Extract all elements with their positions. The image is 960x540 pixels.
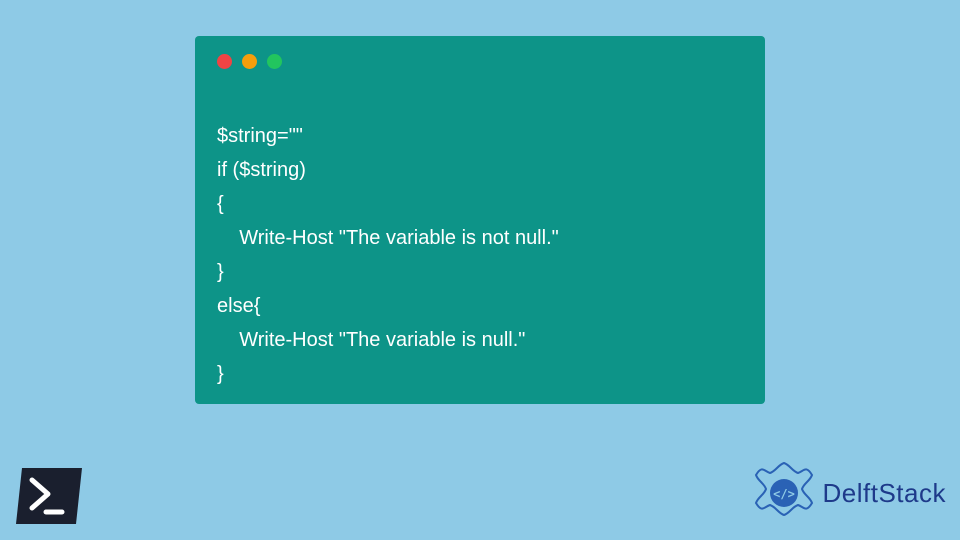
- code-window: $string="" if ($string) { Write-Host "Th…: [195, 36, 765, 404]
- svg-text:</>: </>: [773, 487, 795, 501]
- powershell-icon: [14, 466, 84, 526]
- delftstack-emblem: </>: [751, 460, 817, 526]
- code-line: else{: [217, 295, 260, 317]
- code-line: if ($string): [217, 159, 306, 181]
- brand-name: DelftStack: [823, 478, 947, 509]
- code-line: {: [217, 193, 224, 215]
- window-controls: [217, 54, 743, 69]
- code-line: }: [217, 363, 224, 385]
- code-line: Write-Host "The variable is not null.": [217, 227, 559, 249]
- maximize-dot: [267, 54, 282, 69]
- brand-logo: </> DelftStack: [751, 460, 947, 526]
- close-dot: [217, 54, 232, 69]
- code-block: $string="" if ($string) { Write-Host "Th…: [217, 85, 743, 425]
- code-line: Write-Host "The variable is null.": [217, 329, 525, 351]
- minimize-dot: [242, 54, 257, 69]
- code-line: }: [217, 261, 224, 283]
- code-line: $string="": [217, 125, 303, 147]
